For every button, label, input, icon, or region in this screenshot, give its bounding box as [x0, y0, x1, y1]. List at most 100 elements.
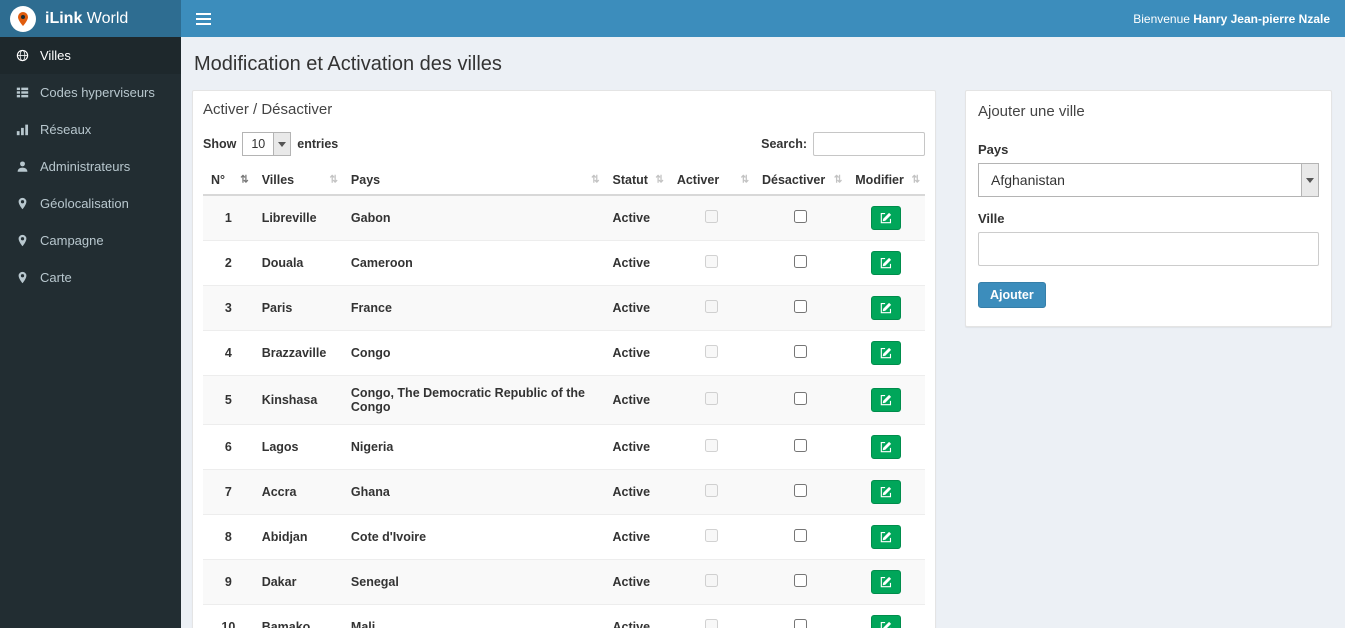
table-row: 9 Dakar Senegal Active — [203, 559, 925, 605]
pays-cell: Cameroon — [342, 240, 605, 286]
column-header-pays[interactable]: Pays ⇅ — [342, 166, 605, 196]
main-content: Modification et Activation des villes Ac… — [181, 37, 1345, 628]
add-card-title: Ajouter une ville — [978, 103, 1085, 120]
sort-icon[interactable]: ⇅ — [912, 175, 920, 186]
edit-icon — [880, 212, 892, 224]
add-ville-card: Ajouter une ville Pays Afghanistan Ville… — [965, 90, 1332, 327]
sidebar-item-villes[interactable]: Villes — [0, 37, 181, 74]
activer-checkbox — [704, 210, 718, 223]
user-icon — [15, 160, 30, 173]
pays-select[interactable]: Afghanistan — [978, 163, 1319, 197]
show-label: Show — [203, 137, 237, 151]
ville-cell: Douala — [253, 240, 343, 286]
sidebar: Villes Codes hyperviseurs Réseaux Admini… — [0, 37, 181, 628]
desactiver-checkbox[interactable] — [794, 210, 808, 223]
row-number-cell: 5 — [203, 375, 254, 425]
sidebar-item-label: Réseaux — [40, 122, 92, 137]
activer-checkbox — [704, 484, 718, 497]
pays-cell: Congo, The Democratic Republic of the Co… — [342, 375, 605, 425]
ville-cell: Libreville — [253, 194, 343, 241]
chevron-down-icon — [273, 133, 291, 155]
ville-cell: Accra — [253, 469, 343, 515]
row-number-cell: 1 — [203, 194, 254, 241]
search-input[interactable] — [813, 132, 925, 156]
column-header-modifier[interactable]: Modifier ⇅ — [847, 166, 925, 196]
modifier-button[interactable] — [871, 388, 902, 412]
app-logo-icon — [10, 5, 36, 32]
modifier-button[interactable] — [871, 435, 902, 459]
sort-icon[interactable]: ⇅ — [330, 175, 338, 186]
modifier-button[interactable] — [871, 341, 902, 365]
sidebar-item-codes-hyperviseurs[interactable]: Codes hyperviseurs — [0, 74, 181, 111]
activer-checkbox — [704, 345, 718, 358]
sort-icon[interactable]: ⇅ — [834, 175, 842, 186]
column-header-activer[interactable]: Activer ⇅ — [668, 166, 754, 196]
column-header-villes[interactable]: Villes ⇅ — [253, 166, 343, 196]
modifier-button[interactable] — [871, 251, 902, 275]
modifier-button[interactable] — [871, 296, 902, 320]
desactiver-checkbox[interactable] — [794, 300, 808, 313]
ville-cell: Lagos — [253, 424, 343, 470]
sort-icon[interactable]: ⇅ — [591, 175, 599, 186]
row-number-cell: 6 — [203, 424, 254, 470]
page-title: Modification et Activation des villes — [194, 53, 502, 75]
pays-cell: Mali — [342, 604, 605, 628]
brand-area[interactable]: iLink World — [0, 0, 181, 37]
modifier-button[interactable] — [871, 570, 902, 594]
activer-checkbox — [704, 574, 718, 587]
statut-cell: Active — [604, 604, 669, 628]
ville-input[interactable] — [978, 232, 1319, 266]
edit-icon — [880, 347, 892, 359]
row-number-cell: 7 — [203, 469, 254, 515]
sidebar-item-administrateurs[interactable]: Administrateurs — [0, 148, 181, 185]
column-header-desactiver[interactable]: Désactiver ⇅ — [753, 166, 848, 196]
table-row: 10 Bamako Mali Active — [203, 604, 925, 628]
desactiver-checkbox[interactable] — [794, 619, 808, 628]
chevron-down-icon — [1301, 164, 1318, 196]
statut-cell: Active — [604, 469, 669, 515]
page-length-select[interactable]: 10 — [242, 132, 292, 156]
sidebar-toggle-icon[interactable] — [196, 0, 226, 37]
statut-cell: Active — [604, 559, 669, 605]
sort-icon[interactable]: ⇅ — [655, 175, 663, 186]
activer-checkbox — [704, 619, 718, 628]
column-header-num[interactable]: N° ⇅ — [203, 166, 254, 196]
sort-icon[interactable]: ⇅ — [741, 175, 749, 186]
desactiver-checkbox[interactable] — [794, 392, 808, 405]
ajouter-button[interactable]: Ajouter — [978, 282, 1046, 308]
sort-icon[interactable]: ⇅ — [240, 175, 248, 186]
sidebar-item-reseaux[interactable]: Réseaux — [0, 111, 181, 148]
row-number-cell: 4 — [203, 330, 254, 376]
desactiver-checkbox[interactable] — [794, 574, 808, 587]
sidebar-item-label: Villes — [40, 48, 71, 63]
ville-cell: Kinshasa — [253, 375, 343, 425]
modifier-button[interactable] — [871, 206, 902, 230]
modifier-button[interactable] — [871, 480, 902, 504]
desactiver-checkbox[interactable] — [794, 439, 808, 452]
sidebar-item-geolocalisation[interactable]: Géolocalisation — [0, 185, 181, 222]
ville-cell: Brazzaville — [253, 330, 343, 376]
edit-icon — [880, 441, 892, 453]
list-icon — [15, 86, 30, 99]
row-number-cell: 8 — [203, 514, 254, 560]
pays-label: Pays — [978, 142, 1009, 157]
modifier-button[interactable] — [871, 615, 902, 628]
edit-icon — [880, 257, 892, 269]
villes-table-body: 1 Libreville Gabon Active 2 Douala Camer… — [203, 194, 925, 628]
sidebar-item-campagne[interactable]: Campagne — [0, 222, 181, 259]
table-row: 7 Accra Ghana Active — [203, 469, 925, 515]
edit-icon — [880, 394, 892, 406]
row-number-cell: 10 — [203, 604, 254, 628]
desactiver-checkbox[interactable] — [794, 484, 808, 497]
modifier-button[interactable] — [871, 525, 902, 549]
table-card-title: Activer / Désactiver — [203, 101, 333, 118]
sidebar-item-carte[interactable]: Carte — [0, 259, 181, 296]
desactiver-checkbox[interactable] — [794, 255, 808, 268]
edit-icon — [880, 621, 892, 628]
statut-cell: Active — [604, 240, 669, 286]
table-row: 1 Libreville Gabon Active — [203, 194, 925, 241]
sidebar-item-label: Carte — [40, 270, 72, 285]
desactiver-checkbox[interactable] — [794, 345, 808, 358]
desactiver-checkbox[interactable] — [794, 529, 808, 542]
column-header-statut[interactable]: Statut ⇅ — [604, 166, 669, 196]
